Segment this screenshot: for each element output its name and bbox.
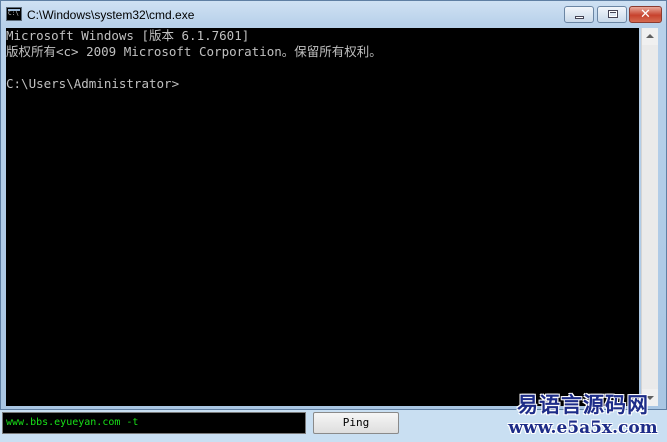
ping-target-input[interactable]: www.bbs.eyueyan.com -t [2, 412, 306, 434]
title-bar[interactable]: C:\Windows\system32\cmd.exe ✕ [1, 1, 666, 29]
maximize-icon [598, 7, 626, 22]
ping-button[interactable]: Ping [313, 412, 399, 434]
window-title: C:\Windows\system32\cmd.exe [27, 8, 195, 22]
console-line: Microsoft Windows [版本 6.1.7601] [6, 28, 250, 43]
vertical-scrollbar[interactable] [641, 28, 658, 406]
watermark-title: 易语言源码网 [517, 392, 649, 417]
maximize-button[interactable] [597, 6, 627, 23]
cmd-icon[interactable] [6, 7, 22, 21]
close-icon: ✕ [640, 7, 651, 22]
watermark-logo: 易语言源码网 www.e5a5x.com [503, 392, 663, 442]
console-line: 版权所有<c> 2009 Microsoft Corporation。保留所有权… [6, 44, 382, 59]
scroll-up-button[interactable] [642, 28, 658, 45]
minimize-icon [565, 7, 593, 22]
watermark-url: www.e5a5x.com [508, 418, 658, 438]
console-output[interactable]: Microsoft Windows [版本 6.1.7601] 版权所有<c> … [6, 28, 639, 406]
console-prompt: C:\Users\Administrator> [6, 76, 180, 91]
close-button[interactable]: ✕ [629, 6, 662, 23]
minimize-button[interactable] [564, 6, 594, 23]
chevron-up-icon [646, 34, 654, 38]
